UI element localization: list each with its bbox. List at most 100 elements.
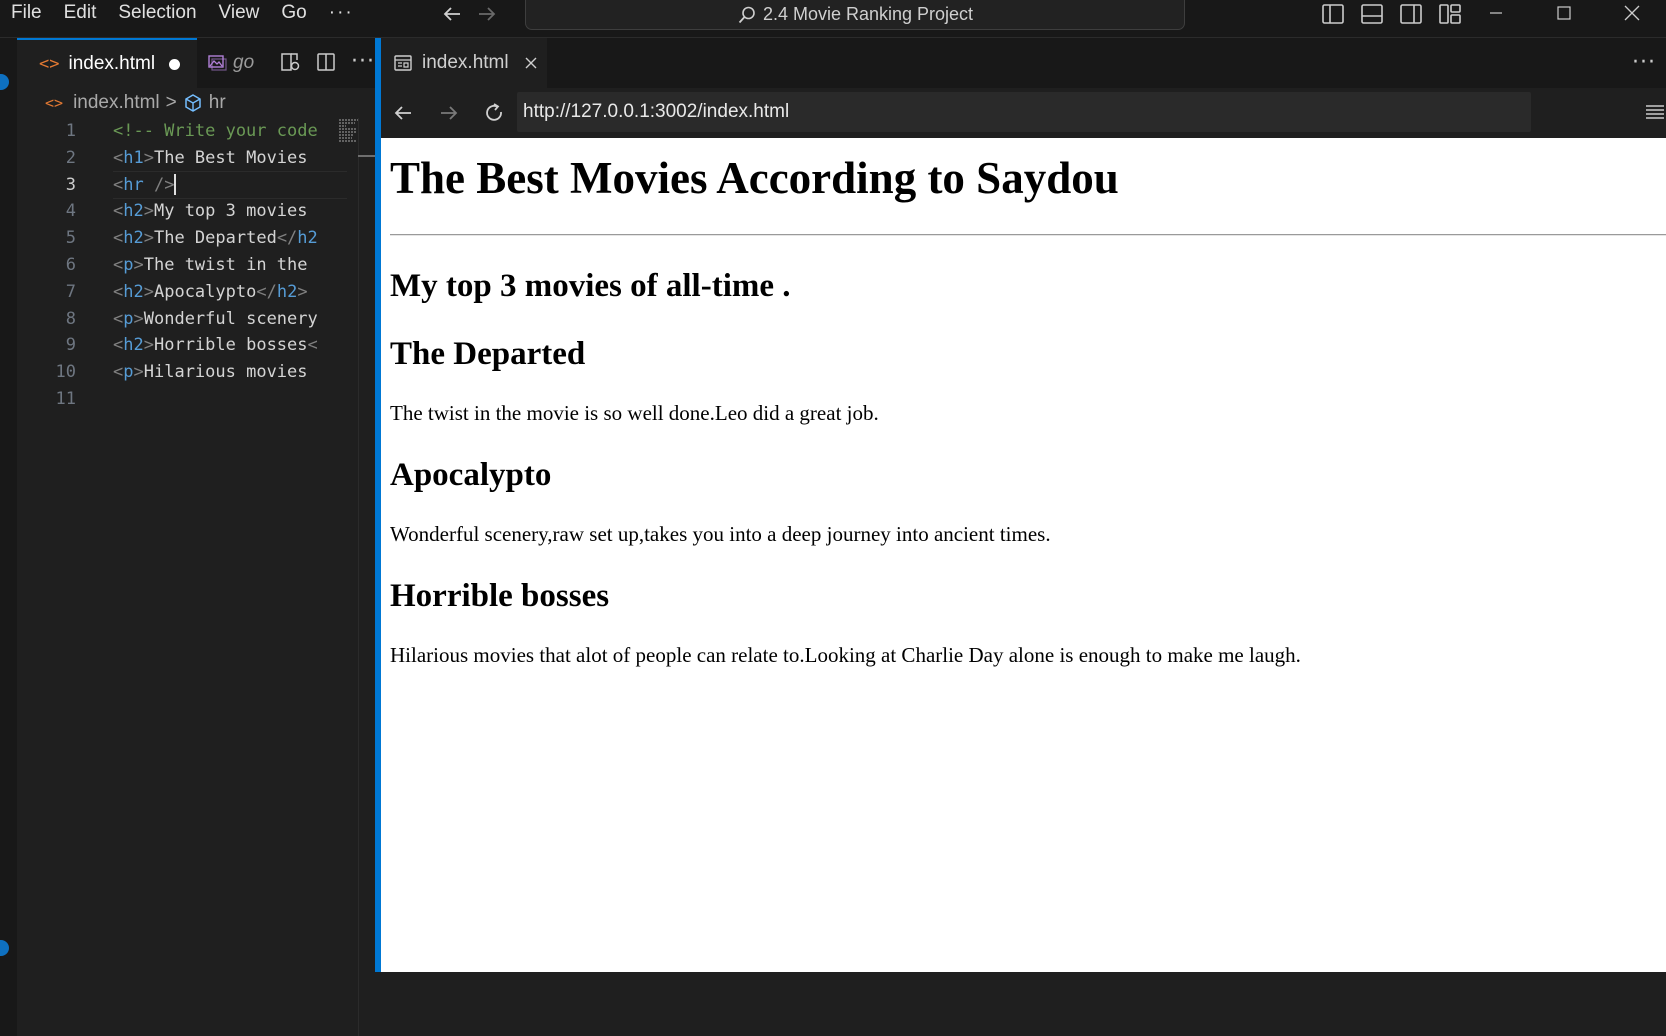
line-number: 5	[65, 228, 76, 249]
toggle-secondary-sidebar-icon[interactable]	[1398, 2, 1424, 26]
preview-tab-bar: index.html ···	[381, 38, 1666, 88]
code-punct: >	[143, 281, 154, 302]
editor-scrollbar[interactable]	[358, 118, 359, 1036]
editor-more-button[interactable]: ···	[351, 51, 375, 73]
code-punct: <	[113, 147, 124, 168]
minimap[interactable]	[338, 118, 360, 142]
movie-description: The twist in the movie is so well done.L…	[390, 401, 879, 425]
code-punct: >	[143, 147, 154, 168]
line-number: 9	[65, 335, 76, 356]
code-line-5: <h2>The Departed</h2	[113, 225, 347, 252]
code-comment: <!-- Write your code	[113, 121, 318, 141]
menu-view[interactable]: View	[208, 0, 271, 26]
code-punct: >	[133, 254, 144, 275]
open-changes-icon[interactable]	[279, 51, 301, 73]
toggle-panel-icon[interactable]	[1359, 2, 1385, 26]
unsaved-dot-icon[interactable]	[169, 58, 181, 70]
arrow-left-icon[interactable]	[391, 101, 415, 125]
horizontal-rule	[390, 234, 1666, 236]
cube-symbol-icon	[183, 93, 203, 113]
code-punct: </	[276, 228, 298, 249]
code-tag: h2	[123, 201, 144, 222]
url-input[interactable]: http://127.0.0.1:3002/index.html	[517, 92, 1531, 132]
line-number: 10	[55, 362, 76, 383]
text-cursor	[174, 174, 177, 196]
maximize-button[interactable]	[1530, 0, 1598, 26]
code-text: The Best Movies	[153, 147, 308, 168]
close-window-button[interactable]	[1598, 0, 1666, 26]
menu-edit[interactable]: Edit	[53, 0, 108, 26]
search-icon	[737, 5, 757, 25]
breadcrumb-file[interactable]: index.html	[73, 92, 160, 114]
code-punct: >	[133, 362, 144, 383]
layout-controls	[1320, 2, 1463, 26]
code-punct: >	[143, 335, 154, 356]
scrollbar-cursor-marker	[358, 155, 376, 157]
breadcrumb-symbol[interactable]: hr	[209, 92, 226, 114]
arrow-right-icon[interactable]	[437, 101, 461, 125]
code-punct: <	[113, 201, 124, 222]
tab-label: index.html	[68, 53, 156, 74]
arrow-right-icon[interactable]	[476, 3, 498, 25]
tab-preview-image[interactable]: go	[201, 38, 271, 88]
close-icon	[1623, 4, 1641, 22]
code-line-10: <p>Hilarious movies	[113, 359, 347, 386]
title-bar: File Edit Selection View Go ··· 2.4 Movi…	[0, 0, 1666, 38]
movie-title: The Departed	[390, 336, 586, 372]
code-punct: >	[143, 201, 154, 222]
customize-layout-icon[interactable]	[1437, 2, 1463, 26]
menu-more-button[interactable]: ···	[318, 0, 365, 26]
window-title: 2.4 Movie Ranking Project	[762, 4, 974, 24]
html-file-icon: <>	[39, 54, 60, 74]
editor-actions: ···	[279, 51, 375, 73]
window-controls	[1462, 0, 1666, 26]
tab-index-html[interactable]: <> index.html	[17, 38, 197, 88]
movie-description: Hilarious movies that alot of people can…	[390, 643, 1301, 667]
code-punct: >	[133, 308, 144, 329]
menu-file[interactable]: File	[0, 0, 53, 26]
code-punct: <	[113, 174, 124, 195]
image-preview-icon	[207, 53, 227, 73]
line-number: 2	[65, 147, 76, 168]
preview-more-button[interactable]: ···	[1632, 50, 1656, 75]
code-punct: <	[113, 362, 124, 383]
code-text: My top 3 movies	[153, 201, 308, 222]
command-center[interactable]: 2.4 Movie Ranking Project	[525, 0, 1185, 30]
code-text: The Departed	[153, 228, 277, 249]
code-tag: p	[123, 362, 134, 383]
arrow-left-icon[interactable]	[441, 3, 463, 25]
browser-icon	[393, 53, 413, 73]
hamburger-menu-icon[interactable]	[1642, 100, 1666, 124]
code-editor[interactable]: 1 2 3 4 5 6 7 8 9 10 11 <!-- Write your …	[17, 118, 399, 1036]
menu-selection[interactable]: Selection	[107, 0, 207, 26]
minimize-button[interactable]	[1462, 0, 1530, 26]
line-number: 11	[55, 388, 76, 409]
breadcrumb: <> index.html > hr	[17, 88, 399, 118]
movie-title: Apocalypto	[390, 457, 552, 493]
code-punct: <	[307, 335, 318, 356]
movie-title: Horrible bosses	[390, 578, 610, 614]
editor-tab-bar: <> index.html go ···	[17, 38, 399, 88]
split-editor-icon[interactable]	[315, 51, 337, 73]
line-number: 1	[65, 121, 76, 141]
toggle-primary-sidebar-icon[interactable]	[1320, 2, 1346, 26]
code-tag: h2	[123, 228, 144, 249]
code-text: The twist in the	[143, 254, 308, 275]
code-text: Wonderful scenery	[143, 308, 318, 329]
code-punct: </	[256, 281, 277, 302]
code-punct: <	[113, 335, 124, 356]
code-punct: >	[297, 281, 308, 302]
tab-browser-preview[interactable]: index.html	[381, 38, 547, 88]
maximize-icon	[1556, 5, 1572, 21]
code-line-1: <!-- Write your code	[113, 118, 347, 145]
code-line-8: <p>Wonderful scenery	[113, 306, 347, 333]
code-tag: hr	[123, 174, 144, 195]
simple-browser-group: index.html ··· http://127.0.0.1:3002/ind…	[381, 38, 1666, 972]
editor-group: <> index.html go ··· <> index.html > hr	[17, 38, 399, 1036]
menu-go[interactable]: Go	[270, 0, 317, 26]
close-icon[interactable]	[523, 55, 539, 71]
reload-icon[interactable]	[483, 101, 507, 125]
tab-label: index.html	[422, 52, 509, 73]
tab-label: go	[233, 52, 255, 73]
